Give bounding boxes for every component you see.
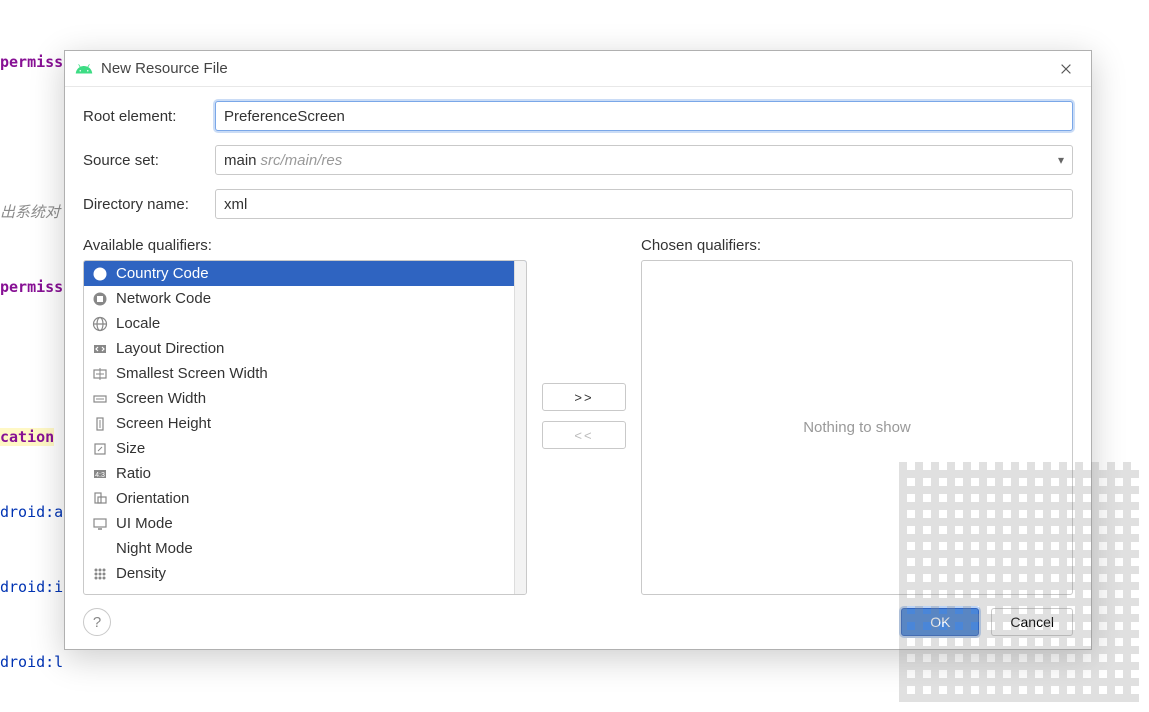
- qualifier-item-label: Locale: [116, 315, 160, 332]
- qualifier-item-layout-dir[interactable]: Layout Direction: [84, 336, 526, 361]
- cancel-button[interactable]: Cancel: [991, 608, 1073, 636]
- smallest-width-icon: [92, 366, 108, 382]
- move-left-button[interactable]: <<: [542, 421, 626, 449]
- chosen-qualifiers-list[interactable]: Nothing to show: [641, 260, 1073, 595]
- help-button[interactable]: ?: [83, 608, 111, 636]
- qualifier-item-label: Country Code: [116, 265, 209, 282]
- orientation-icon: [92, 491, 108, 507]
- close-button[interactable]: [1051, 54, 1081, 84]
- qualifier-item-network[interactable]: Network Code: [84, 286, 526, 311]
- qualifier-item-orientation[interactable]: Orientation: [84, 486, 526, 511]
- directory-name-input[interactable]: [215, 189, 1073, 219]
- qualifier-item-night[interactable]: Night Mode: [84, 536, 526, 561]
- chevron-down-icon: ▾: [1058, 153, 1064, 167]
- move-right-button[interactable]: >>: [542, 383, 626, 411]
- qualifier-item-globe[interactable]: Locale: [84, 311, 526, 336]
- svg-text:4:3: 4:3: [95, 472, 105, 479]
- qualifier-item-label: Ratio: [116, 465, 151, 482]
- directory-name-label: Directory name:: [83, 196, 215, 213]
- qualifier-item-label: Size: [116, 440, 145, 457]
- qualifier-item-size[interactable]: Size: [84, 436, 526, 461]
- source-set-label: Source set:: [83, 152, 215, 169]
- qualifier-item-label: Night Mode: [116, 540, 193, 557]
- android-icon: [75, 60, 93, 78]
- qualifier-item-label: Layout Direction: [116, 340, 224, 357]
- ratio-icon: 4:3: [92, 466, 108, 482]
- country-icon: [92, 266, 108, 282]
- width-icon: [92, 391, 108, 407]
- ok-button[interactable]: OK: [901, 608, 979, 636]
- source-set-value: main: [224, 152, 257, 169]
- height-icon: [92, 416, 108, 432]
- chosen-qualifiers-header: Chosen qualifiers:: [641, 237, 1073, 260]
- qualifier-item-width[interactable]: Screen Width: [84, 386, 526, 411]
- night-icon: [92, 541, 108, 557]
- layout-dir-icon: [92, 341, 108, 357]
- qualifier-item-label: Screen Height: [116, 415, 211, 432]
- size-icon: [92, 441, 108, 457]
- scrollbar[interactable]: [514, 261, 526, 594]
- root-element-label: Root element:: [83, 108, 215, 125]
- network-icon: [92, 291, 108, 307]
- ui-mode-icon: [92, 516, 108, 532]
- source-set-hint: src/main/res: [261, 152, 343, 169]
- qualifier-item-label: UI Mode: [116, 515, 173, 532]
- chosen-empty-text: Nothing to show: [642, 261, 1072, 594]
- qualifier-item-label: Screen Width: [116, 390, 206, 407]
- available-qualifiers-list[interactable]: Country Code Network Code Locale Layout Dir…: [83, 260, 527, 595]
- qualifier-item-height[interactable]: Screen Height: [84, 411, 526, 436]
- root-element-input[interactable]: [215, 101, 1073, 131]
- globe-icon: [92, 316, 108, 332]
- density-icon: [92, 566, 108, 582]
- dialog-footer: ? OK Cancel: [65, 595, 1091, 649]
- qualifier-item-label: Smallest Screen Width: [116, 365, 268, 382]
- source-set-combo[interactable]: main src/main/res ▾: [215, 145, 1073, 175]
- qualifier-item-ui-mode[interactable]: UI Mode: [84, 511, 526, 536]
- qualifier-item-density[interactable]: Density: [84, 561, 526, 586]
- qualifier-item-label: Density: [116, 565, 166, 582]
- dialog-title: New Resource File: [101, 60, 1051, 77]
- dialog-titlebar[interactable]: New Resource File: [65, 51, 1091, 87]
- available-qualifiers-header: Available qualifiers:: [83, 237, 527, 260]
- qualifier-item-country[interactable]: Country Code: [84, 261, 526, 286]
- dialog-body: Root element: Source set: main src/main/…: [65, 87, 1091, 595]
- qualifier-item-smallest-width[interactable]: Smallest Screen Width: [84, 361, 526, 386]
- qualifier-item-label: Network Code: [116, 290, 211, 307]
- new-resource-file-dialog: New Resource File Root element: Source s…: [64, 50, 1092, 650]
- qualifier-item-ratio[interactable]: 4:3 Ratio: [84, 461, 526, 486]
- qualifier-item-label: Orientation: [116, 490, 189, 507]
